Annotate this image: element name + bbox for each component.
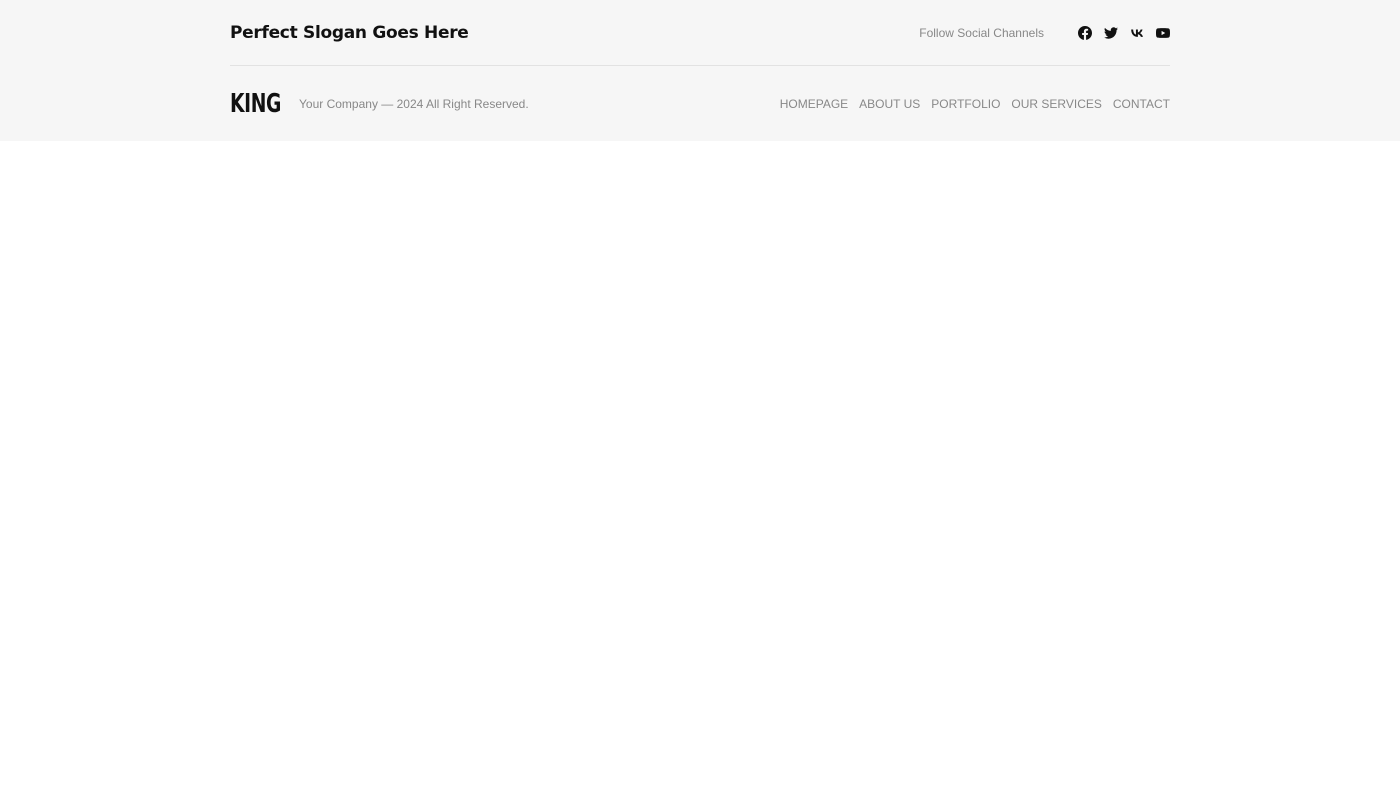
youtube-icon[interactable] [1156, 26, 1170, 40]
brand: KING Your Company — 2024 All Right Reser… [230, 89, 529, 119]
social-label: Follow Social Channels [919, 25, 1044, 40]
copyright-text: Your Company — 2024 All Right Reserved. [299, 96, 529, 111]
nav-item-portfolio[interactable]: PORTFOLIO [931, 97, 1000, 111]
site-footer: Perfect Slogan Goes Here Follow Social C… [0, 0, 1400, 141]
nav-item-our-services[interactable]: OUR SERVICES [1011, 97, 1101, 111]
social-channels: Follow Social Channels [919, 25, 1170, 40]
nav-item-about-us[interactable]: ABOUT US [859, 97, 920, 111]
footer-nav: HOMEPAGE ABOUT US PORTFOLIO OUR SERVICES… [780, 97, 1170, 111]
footer-top-row: Perfect Slogan Goes Here Follow Social C… [230, 0, 1170, 65]
vk-icon[interactable] [1130, 26, 1144, 40]
nav-item-homepage[interactable]: HOMEPAGE [780, 97, 848, 111]
slogan: Perfect Slogan Goes Here [230, 22, 469, 43]
nav-item-contact[interactable]: CONTACT [1113, 97, 1170, 111]
twitter-icon[interactable] [1104, 26, 1118, 40]
facebook-icon[interactable] [1078, 25, 1092, 40]
logo[interactable]: KING [230, 89, 281, 119]
footer-bottom-row: KING Your Company — 2024 All Right Reser… [230, 66, 1170, 141]
